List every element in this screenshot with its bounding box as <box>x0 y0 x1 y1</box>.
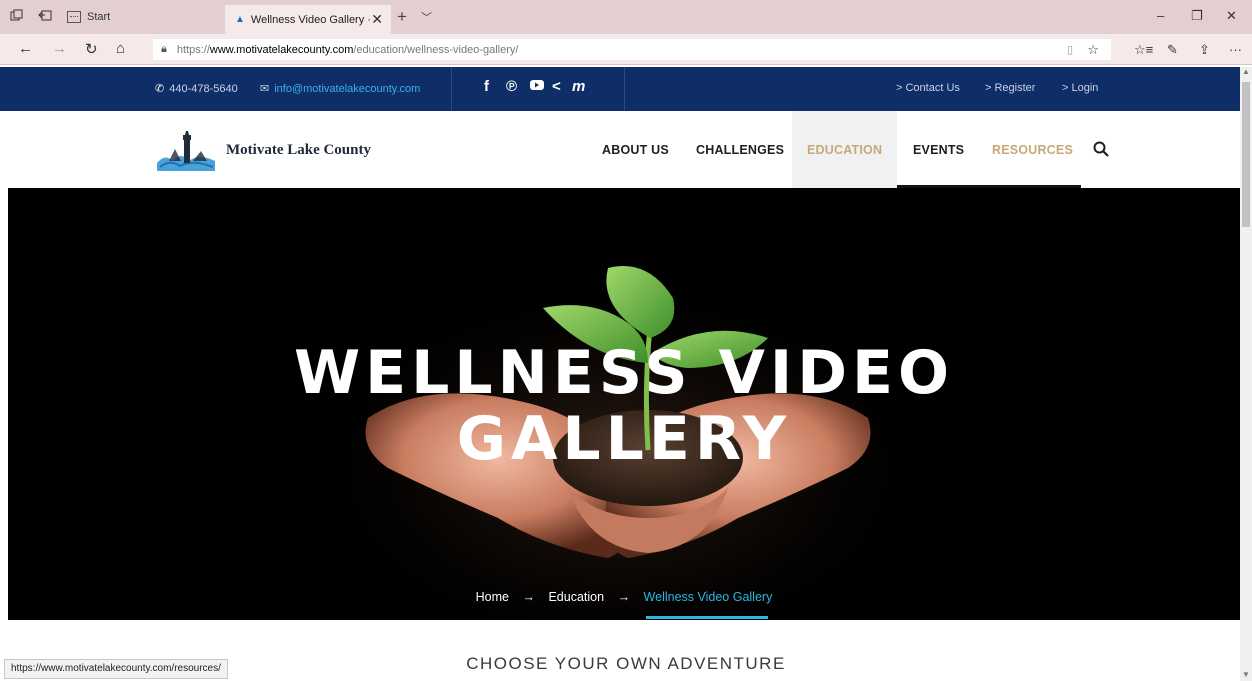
phone-contact[interactable]: ✆ 440-478-5640 <box>155 82 238 96</box>
new-tab-icon[interactable]: + <box>397 7 407 27</box>
tab-active-title: Wellness Video Gallery · <box>250 13 371 26</box>
divider <box>451 67 452 111</box>
login-link[interactable]: > Login <box>1062 82 1098 94</box>
pen-icon[interactable]: ✎ <box>1167 42 1178 58</box>
back-icon[interactable]: ← <box>18 40 33 57</box>
status-bar-url: https://www.motivatelakecounty.com/resou… <box>4 659 228 679</box>
site-top-bar: ✆ 440-478-5640 ✉ info@motivatelakecounty… <box>0 67 1240 111</box>
tab-active[interactable]: ▲ Wellness Video Gallery · ✕ <box>225 5 391 34</box>
start-page-icon <box>67 11 81 23</box>
nav-challenges[interactable]: CHALLENGES <box>696 111 784 188</box>
more-icon[interactable]: ··· <box>1229 42 1242 57</box>
close-tab-icon[interactable]: ✕ <box>371 11 383 28</box>
address-bar-row: ← → ↻ ⌂ 🔒︎ https:// www.motivatelakecoun… <box>0 34 1252 65</box>
arrow-right-icon: → <box>522 590 535 604</box>
tab-preview-icon[interactable] <box>10 9 24 23</box>
url-path: /education/wellness-video-gallery/ <box>353 43 519 56</box>
scroll-up-icon[interactable]: ▲ <box>1242 67 1250 76</box>
favorites-list-icon[interactable]: ☆≡ <box>1134 42 1153 58</box>
share-icon[interactable]: < <box>552 78 561 95</box>
envelope-icon: ✉ <box>260 83 270 95</box>
breadcrumb-home[interactable]: Home <box>476 590 509 604</box>
chevron-down-icon[interactable]: ﹀ <box>421 9 432 25</box>
nav-resources[interactable]: RESOURCES <box>992 111 1073 188</box>
youtube-icon[interactable] <box>530 78 544 95</box>
reading-view-icon[interactable]: ▯ <box>1067 43 1073 56</box>
email-contact[interactable]: ✉ info@motivatelakecounty.com <box>260 82 421 96</box>
forward-icon[interactable]: → <box>52 40 67 57</box>
share-icon[interactable]: ⇪ <box>1199 42 1210 58</box>
breadcrumb-education[interactable]: Education <box>548 590 604 604</box>
set-tabs-aside-icon[interactable] <box>38 9 52 23</box>
refresh-icon[interactable]: ↻ <box>85 40 98 58</box>
minimize-icon[interactable]: – <box>1157 8 1164 23</box>
tab-start-label: Start <box>87 11 111 23</box>
url-protocol: https:// <box>176 43 210 56</box>
search-icon[interactable] <box>1093 141 1109 157</box>
site-header: Motivate Lake County ABOUT US CHALLENGES… <box>0 111 1240 188</box>
restore-icon[interactable]: ❐ <box>1191 8 1203 24</box>
register-link[interactable]: > Register <box>985 82 1035 94</box>
url-host: www.motivatelakecounty.com <box>209 43 354 56</box>
close-window-icon[interactable]: ✕ <box>1226 8 1237 24</box>
nav-education[interactable]: EDUCATION <box>792 111 898 188</box>
brand-name[interactable]: Motivate Lake County <box>226 142 371 159</box>
hero-banner: WELLNESS VIDEO GALLERY Home → Education … <box>8 188 1240 620</box>
email-address: info@motivatelakecounty.com <box>274 82 421 95</box>
page-title-line1: WELLNESS VIDEO <box>293 338 954 408</box>
url-field[interactable]: 🔒︎ https:// www.motivatelakecounty.com /… <box>153 39 1111 60</box>
page-title-line2: GALLERY <box>456 404 792 474</box>
nav-about-us[interactable]: ABOUT US <box>602 111 669 188</box>
divider <box>624 67 625 111</box>
scrollbar-thumb[interactable] <box>1242 82 1250 227</box>
arrow-right-icon: → <box>617 590 631 604</box>
page-title: WELLNESS VIDEO GALLERY <box>8 340 1240 472</box>
favorite-star-icon[interactable]: ☆ <box>1087 42 1099 58</box>
pinterest-icon[interactable]: ℗ <box>506 78 517 95</box>
phone-number: 440-478-5640 <box>169 82 238 95</box>
breadcrumb-current: Wellness Video Gallery <box>643 590 773 604</box>
site-favicon-icon: ▲ <box>235 14 245 25</box>
nav-events[interactable]: EVENTS <box>913 111 964 188</box>
lock-icon: 🔒︎ <box>161 43 167 55</box>
scroll-down-icon[interactable]: ▼ <box>1242 670 1250 679</box>
phone-icon: ✆ <box>155 83 165 95</box>
browser-tab-bar: Start ▲ Wellness Video Gallery · ✕ + ﹀ –… <box>0 0 1252 34</box>
breadcrumb-underline <box>646 616 768 619</box>
tab-start[interactable]: Start <box>67 7 110 27</box>
facebook-icon[interactable]: f <box>484 78 489 95</box>
breadcrumb: Home → Education → Wellness Video Galler… <box>8 590 1240 604</box>
home-icon[interactable]: ⌂ <box>116 40 125 57</box>
lighthouse-logo[interactable] <box>155 131 217 171</box>
contact-us-link[interactable]: > Contact Us <box>896 82 960 94</box>
meetup-icon[interactable]: m <box>572 78 585 95</box>
